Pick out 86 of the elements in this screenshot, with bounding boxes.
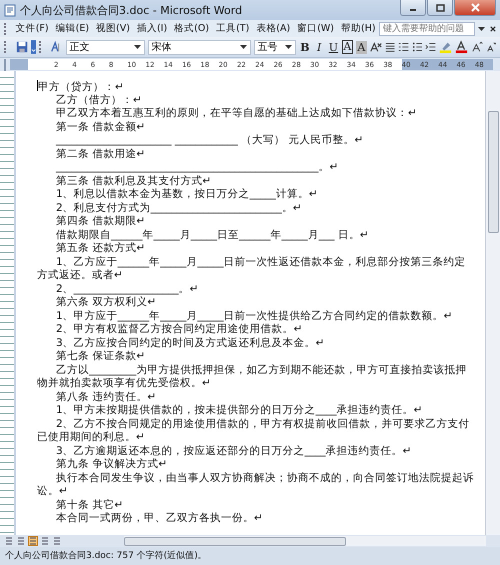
document-text-line: 2、____________________。↵ [55,282,200,296]
document-text-line: 乙方以_________为甲方提供抵押担保，如乙方到期不能还款，甲方可直接拍卖该抵押 [55,364,468,377]
document-text-line: 物并就拍卖款项享有优先受偿权。↵ [37,377,212,390]
document-text-line: 3、乙方应按合同约定的时间及方式返还利息及本金。↵ [55,336,326,350]
maximize-icon [436,4,444,12]
save-icon[interactable] [16,40,28,54]
document-text-line: 第一条 借款金额↵ [55,120,146,134]
document-text-line: 第七条 保证条款↵ [55,350,146,364]
document-text-line: 第二条 借款用途↵ [55,148,146,161]
shrink-font-icon[interactable] [486,41,496,53]
toolbar-grip[interactable] [38,41,44,53]
document-text-line: 2、甲方有权监督乙方按合同约定用途使用借款。↵ [55,323,304,336]
maximize-button[interactable] [427,0,453,16]
document-text-line: 已使用期间的利息。↵ [37,431,146,444]
document-text-line: 讼。↵ [37,485,69,498]
document-text-line: 本合同一式两份，甲、乙双方各执一份。↵ [55,512,264,526]
document-text-line: 1、甲方应于______年_____月_____日前一次性提供给乙方合同约定的借款数额。↵ [55,310,454,323]
document-text-line: 方式返还。或者↵ [37,269,124,282]
indent-icon[interactable] [425,41,436,53]
menu-item[interactable]: 文件(F) [12,22,52,35]
menu-item[interactable]: 插入(I) [133,22,171,35]
text-effect-icon[interactable] [370,40,382,54]
bullet-list-icon[interactable] [412,41,422,53]
document-text-line: 第十条 其它↵ [55,498,124,512]
font-dropdown[interactable]: 宋体 [148,40,251,54]
dropdown-caret-icon [134,45,141,49]
scrollbar-thumb[interactable] [124,537,346,546]
document-text-line: 2、利息支付方式为_________________________。↵ [55,202,303,215]
menu-item[interactable]: 视图(V) [92,22,134,35]
close-icon[interactable] [490,24,496,32]
document-text-line: 第八条 违约责任。↵ [55,390,158,404]
style-dropdown[interactable]: 正文 [66,40,145,54]
document-text-line: 第三条 借款利息及其支付方式↵ [55,174,212,188]
font-size-dropdown[interactable]: 五号 [254,40,296,54]
italic-button[interactable]: I [314,40,325,54]
bold-button[interactable]: B [299,40,311,54]
character-shading-button[interactable]: A [356,40,367,54]
toolbar-grip[interactable] [4,22,8,34]
overflow-chevron-icon[interactable] [30,39,36,55]
document-text-line: 第五条 还款方式↵ [55,242,146,256]
web-layout-view-button[interactable] [16,536,26,546]
toolbar-grip[interactable] [4,41,9,53]
document-text-line: 第四条 借款期限↵ [55,215,146,228]
font-color-icon[interactable] [455,40,470,54]
menu-item[interactable]: 工具(T) [212,22,253,35]
close-button[interactable] [454,0,496,16]
dropdown-caret-icon [240,45,247,49]
scrollbar-thumb[interactable] [488,111,499,233]
document-text-line: __________________________________________________。↵ [54,161,340,174]
document-text-line: ______________________ ____________ （大写） 元人民币整。↵ [54,134,364,148]
document-text-line: 借款期限自______年_____月_____日至______年_____月___ 日。↵ [55,228,370,242]
vertical-scrollbar[interactable] [485,71,500,535]
document-text-line: 1、利息以借款本金为基数，按日万分之_____计算。↵ [55,188,319,202]
menu-item[interactable]: 表格(A) [252,22,294,35]
document-text-line: 3、乙方逾期返还本息的，按应返还部分的日万分之____承担违约责任。↵ [55,444,412,458]
minimize-button[interactable] [400,0,426,16]
dropdown-caret-icon [285,45,292,49]
dropdown-caret-icon[interactable] [478,26,486,30]
text-cursor [37,80,38,91]
document-text-line: 乙方（借方）：↵ [55,94,143,107]
document-text-line: 甲方（贷方）：↵ [37,80,125,94]
character-border-button[interactable]: A [342,40,353,54]
normal-view-button[interactable] [4,536,14,546]
underline-button[interactable]: U [328,40,340,54]
align-icon[interactable] [385,41,396,53]
outline-view-button[interactable] [40,536,50,546]
window-title: 个人向公司借款合同3.doc - Microsoft Word [20,2,244,18]
document-text-line: 1、乙方应于______年_____月_____日前一次性返还借款本金，利息部分按第三条约定 [55,256,467,269]
menu-item[interactable]: 格式(O) [170,22,213,35]
menu-item[interactable]: 编辑(E) [52,22,93,35]
numbered-list-icon[interactable] [398,41,409,53]
document-text-line: 执行本合同发生争议，由当事人双方协商解决；协商不成的，向合同签订地法院提起诉 [55,472,475,485]
document-icon[interactable] [4,4,16,16]
horizontal-scrollbar[interactable] [124,536,486,546]
document-text-line: 2、乙方不按合同规定的用途使用借款的，甲方有权提前收回借款，并可要求乙方支付 [55,418,471,431]
menu-item[interactable]: 窗口(W) [294,22,338,35]
close-icon [470,3,480,12]
print-layout-view-button[interactable] [28,536,38,546]
document-text-line: 甲乙双方本着互惠互利的原则，在平等自愿的基础上达成如下借款协议：↵ [55,107,418,120]
document-text-line: 第九条 争议解决方式↵ [55,458,168,472]
document-text-line: 1、甲方未按期提供借款的，按未提供部分的日万分之____承担违约责任。↵ [55,404,424,418]
menu-item[interactable]: 帮助(H) [338,22,380,35]
help-search-field[interactable]: 键入需要帮助的问题 [379,22,476,36]
grow-font-icon[interactable] [472,41,483,53]
reading-view-button[interactable] [52,536,62,546]
document-text-line: 第六条 双方权利义↵ [55,296,158,310]
